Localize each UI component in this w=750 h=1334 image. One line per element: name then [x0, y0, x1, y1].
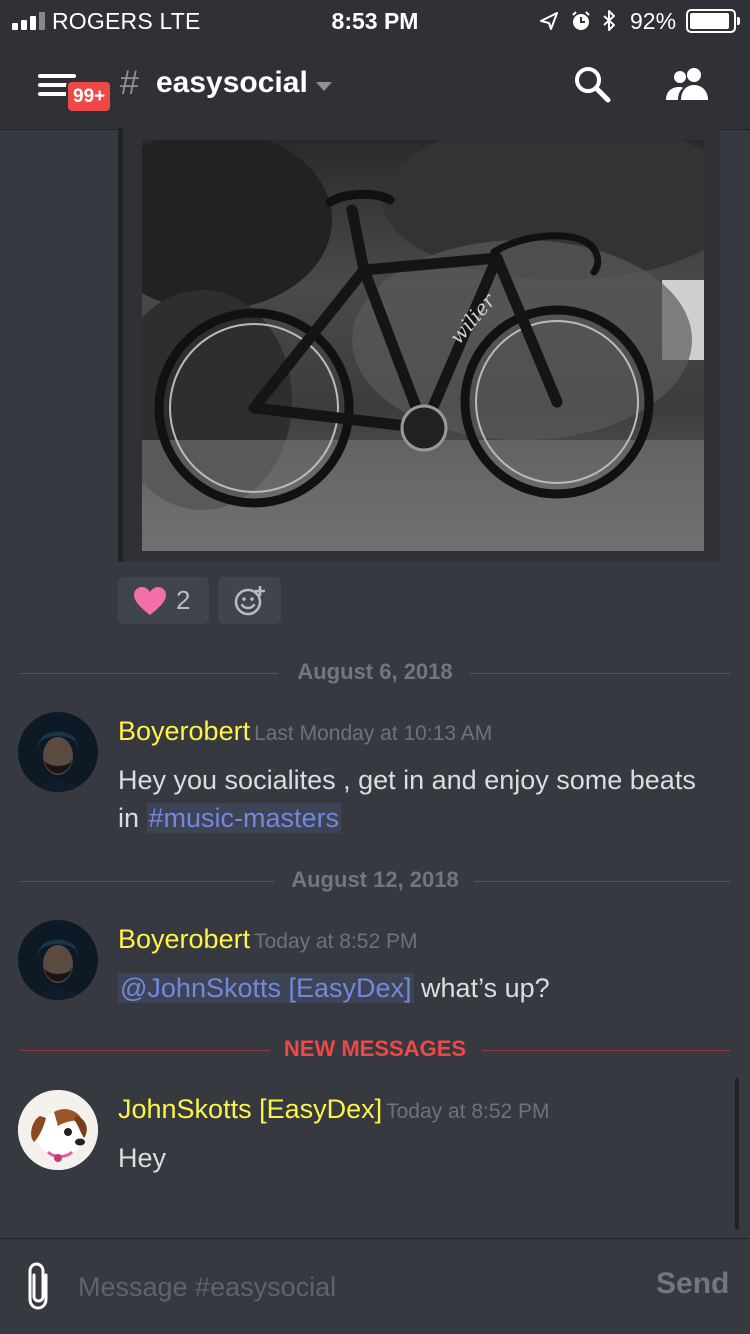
paperclip-icon[interactable] [24, 1261, 54, 1311]
message-composer: Send [0, 1238, 750, 1334]
date-divider-label: August 12, 2018 [291, 867, 459, 892]
channel-name[interactable]: easysocial [156, 66, 308, 100]
message-content: @JohnSkotts [EasyDex] what’s up? [118, 969, 728, 1007]
message-timestamp: Today at 8:52 PM [386, 1100, 550, 1123]
message-text: in [118, 803, 147, 833]
avatar[interactable] [18, 920, 98, 1000]
reaction-heart[interactable]: 2 [118, 577, 209, 624]
top-bar: ROGERS LTE 8:53 PM 92% 99+ # easysocial [0, 0, 750, 130]
message-text: Hey you socialites , get in and enjoy so… [118, 765, 696, 795]
avatar[interactable] [18, 1090, 98, 1170]
message-text: Hey [118, 1143, 167, 1173]
avatar[interactable] [18, 712, 98, 792]
message-text: what’s up? [413, 973, 550, 1003]
add-reaction-button[interactable] [218, 577, 281, 624]
location-arrow-icon [540, 12, 558, 30]
reaction-count: 2 [176, 585, 191, 615]
unread-badge: 99+ [66, 80, 113, 113]
date-divider-label: August 6, 2018 [297, 659, 453, 684]
status-icons [540, 10, 615, 31]
message-timestamp: Today at 8:52 PM [254, 930, 418, 953]
date-divider: August 12, 2018 [20, 861, 730, 901]
user-mention[interactable]: @JohnSkotts [EasyDex] [118, 973, 414, 1003]
search-icon[interactable] [572, 64, 612, 104]
battery-icon [686, 9, 740, 33]
message-timestamp: Last Monday at 10:13 AM [254, 722, 493, 745]
message-content: Hey [118, 1139, 728, 1177]
bicycle-photo[interactable]: wilier [142, 140, 704, 551]
author-name[interactable]: JohnSkotts [EasyDex] [118, 1094, 382, 1124]
members-icon[interactable] [664, 66, 712, 102]
battery-percent: 92% [630, 8, 677, 34]
new-messages-label: NEW MESSAGES [283, 1036, 467, 1061]
add-reaction-icon [234, 586, 265, 616]
new-messages-divider: NEW MESSAGES [20, 1030, 730, 1070]
channel-hash-icon: # [120, 64, 139, 102]
channel-header: 99+ # easysocial [0, 42, 750, 130]
bluetooth-icon [603, 10, 615, 31]
author-name[interactable]: Boyerobert [118, 924, 250, 954]
scrollbar[interactable] [735, 1078, 739, 1230]
chevron-down-icon[interactable] [316, 82, 332, 91]
message-author[interactable]: JohnSkotts [EasyDex] Today at 8:52 PM [118, 1094, 550, 1125]
channel-link[interactable]: #music-masters [146, 803, 342, 833]
message-author[interactable]: Boyerobert Last Monday at 10:13 AM [118, 716, 492, 747]
date-divider: August 6, 2018 [20, 653, 730, 693]
message-input[interactable] [78, 1267, 618, 1307]
message-content: Hey you socialites , get in and enjoy so… [118, 761, 728, 837]
status-bar: ROGERS LTE 8:53 PM 92% [0, 0, 750, 42]
author-name[interactable]: Boyerobert [118, 716, 250, 746]
heart-icon [134, 587, 166, 615]
send-button[interactable]: Send [656, 1267, 729, 1301]
message-author[interactable]: Boyerobert Today at 8:52 PM [118, 924, 418, 955]
alarm-icon [572, 11, 590, 30]
